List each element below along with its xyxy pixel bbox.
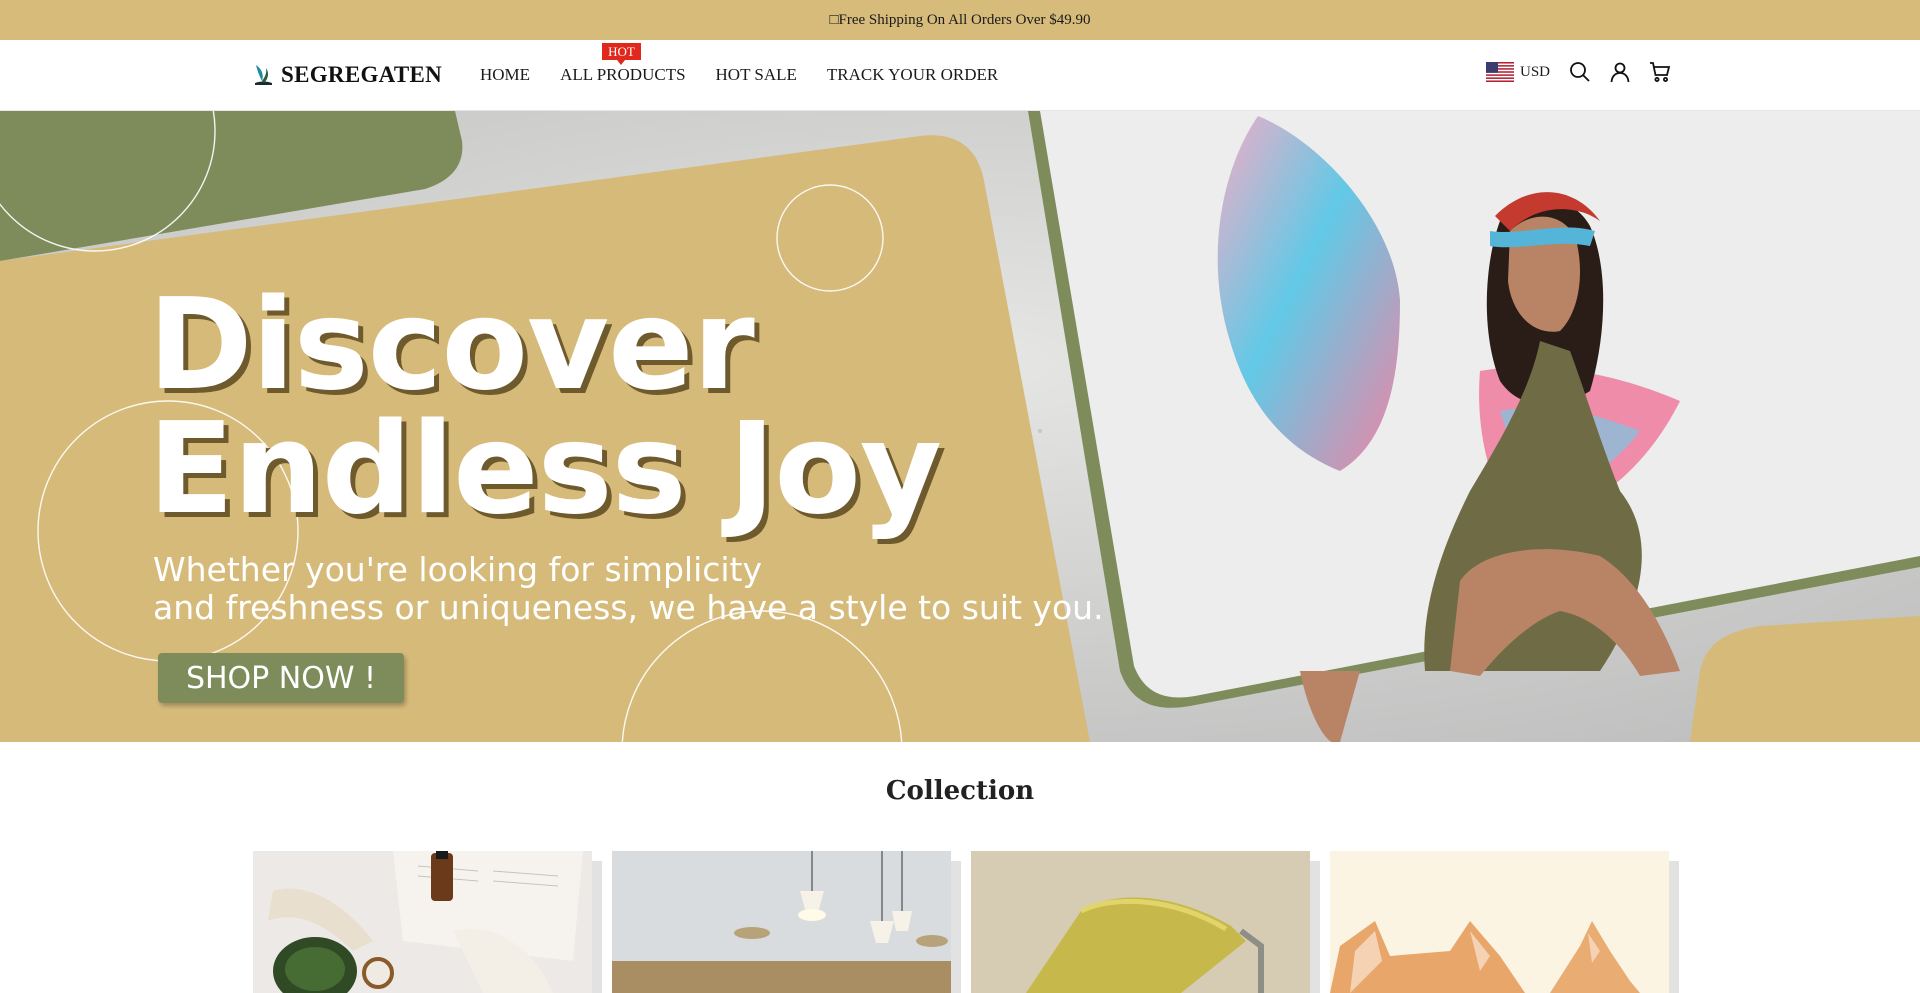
collection-card[interactable] — [253, 851, 592, 993]
account-icon[interactable] — [1608, 60, 1632, 84]
cart-icon[interactable] — [1648, 60, 1672, 84]
nav-home[interactable]: HOME — [480, 65, 530, 85]
hero-subtitle-line1: Whether you're looking for simplicity — [153, 550, 763, 589]
announcement-bar: □Free Shipping On All Orders Over $49.90 — [0, 0, 1920, 40]
nav-track-order[interactable]: TRACK YOUR ORDER — [827, 65, 998, 85]
header-actions: USD — [1486, 60, 1688, 84]
lifestyle-flatlay-image — [253, 851, 592, 993]
nav-all-products[interactable]: ALL PRODUCTS HOT — [560, 43, 686, 85]
hero-title-line1: Discover — [148, 271, 755, 418]
currency-label: USD — [1520, 63, 1551, 80]
kitten-image — [1330, 851, 1669, 993]
nav-hot-sale[interactable]: HOT SALE — [716, 65, 797, 85]
shop-now-button[interactable]: SHOP NOW ! — [158, 653, 404, 703]
search-icon[interactable] — [1568, 60, 1592, 84]
hero-subtitle: Whether you're looking for simplicity an… — [153, 551, 1104, 627]
hot-badge: HOT — [602, 43, 641, 65]
us-flag-icon — [1486, 62, 1514, 82]
site-header: SEGREGATEN HOME ALL PRODUCTS HOT HOT SAL… — [0, 40, 1920, 111]
collection-card[interactable] — [971, 851, 1310, 993]
logo-icon — [255, 65, 272, 85]
paint-roller-image — [971, 851, 1310, 993]
currency-selector[interactable]: USD — [1486, 62, 1550, 82]
hero-title: Discover Endless Joy — [148, 271, 942, 542]
collection-title: Collection — [885, 776, 1035, 806]
hero-banner[interactable]: Discover Endless Joy Whether you're look… — [0, 111, 1920, 742]
collection-card[interactable] — [1330, 851, 1669, 993]
logo[interactable]: SEGREGATEN — [253, 62, 442, 88]
logo-text: SEGREGATEN — [281, 62, 443, 87]
collection-grid — [253, 851, 1669, 993]
main-nav: HOME ALL PRODUCTS HOT HOT SALE TRACK YOU… — [480, 43, 998, 85]
announcement-text: □Free Shipping On All Orders Over $49.90 — [829, 11, 1091, 28]
pendant-lights-image — [612, 851, 951, 993]
hero-subtitle-line2: and freshness or uniqueness, we have a s… — [153, 588, 1104, 627]
nav-all-products-label: ALL PRODUCTS — [560, 65, 686, 84]
collection-card[interactable] — [612, 851, 951, 993]
hero-title-line2: Endless Joy — [148, 395, 942, 542]
